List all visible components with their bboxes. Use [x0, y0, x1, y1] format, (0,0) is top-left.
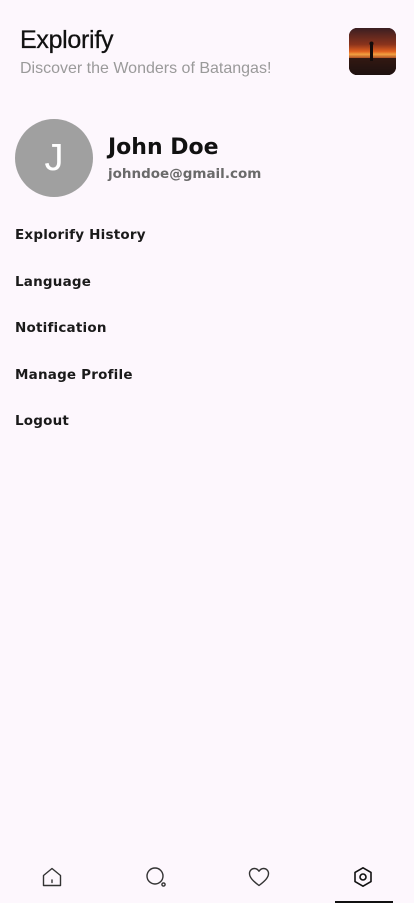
home-icon: [42, 867, 62, 887]
avatar-initial: J: [44, 136, 64, 179]
bottom-navigation: [0, 851, 414, 903]
sunset-silhouette-icon: [349, 28, 396, 75]
menu-item-notification[interactable]: Notification: [0, 313, 414, 360]
header: Explorify Discover the Wonders of Batang…: [0, 0, 414, 100]
heart-icon: [248, 867, 270, 887]
app-subtitle: Discover the Wonders of Batangas!: [20, 60, 272, 77]
nav-favorites-button[interactable]: [207, 851, 311, 903]
header-thumbnail-image[interactable]: [349, 28, 396, 75]
search-icon: [146, 867, 166, 887]
menu-item-manage-profile[interactable]: Manage Profile: [0, 360, 414, 407]
nav-home-button[interactable]: [0, 851, 104, 903]
menu-item-language[interactable]: Language: [0, 267, 414, 314]
nav-search-button[interactable]: [104, 851, 208, 903]
menu-item-explorify-history[interactable]: Explorify History: [0, 220, 414, 267]
menu-item-logout[interactable]: Logout: [0, 406, 414, 453]
profile-email: johndoe@gmail.com: [108, 166, 262, 182]
settings-icon: [354, 867, 372, 887]
app-title: Explorify: [20, 26, 114, 54]
app-screen: Explorify Discover the Wonders of Batang…: [0, 0, 414, 903]
nav-settings-button[interactable]: [311, 851, 414, 903]
settings-menu: Explorify History Language Notification …: [0, 220, 414, 453]
avatar[interactable]: J: [15, 119, 93, 197]
profile-name: John Doe: [108, 135, 219, 160]
